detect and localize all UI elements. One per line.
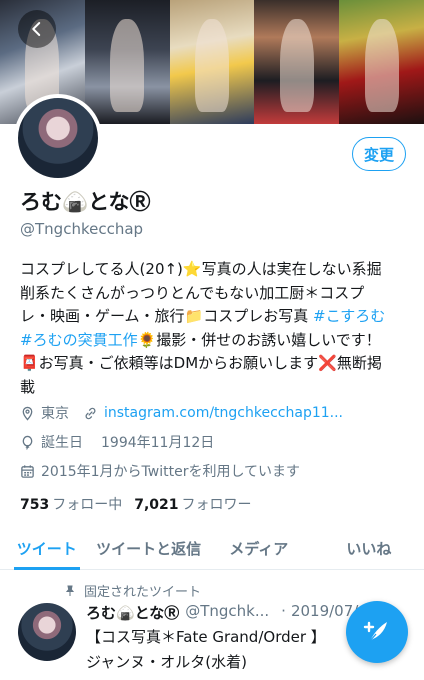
banner-photo [84,0,170,124]
profile-avatar[interactable] [14,94,102,182]
bio-line: レ・映画・ゲーム・旅行📁コスプレお写真 #こすろむ [20,305,410,329]
banner-photo [339,0,424,124]
location-text: 東京 [41,406,69,422]
banner-photo [169,0,255,124]
following-count: 753 [20,497,50,513]
follow-stats: 753 フォロー中 7,021 フォロワー [20,494,252,514]
bio-line: #ろむの突貫工作🌻撮影・併せのお誘い嬉しいです！ [20,329,410,353]
bio-text: 🌻撮影・併せのお誘い嬉しいです！ [137,330,381,349]
pin-icon [65,585,75,596]
tab-tweets-and-replies[interactable]: ツイートと返信 [94,528,204,569]
profile-meta-location: 東京 instagram.com/tngchkecchap11... [20,403,343,423]
tweet-avatar[interactable] [18,603,76,661]
compose-tweet-button[interactable] [346,601,408,663]
user-handle: @Tngchkecchap [20,220,144,238]
following-label: フォロー中 [52,497,123,513]
profile-tabs: ツイート ツイートと返信 メディア いいね [0,528,424,570]
followers-label: フォロワー [181,497,252,513]
hashtag-link[interactable]: #こすろむ [313,307,385,325]
separator-dot: · [281,602,286,620]
pinned-tweet-label: 固定されたツイート [64,581,201,600]
balloon-icon [22,435,33,450]
back-button[interactable] [18,10,56,48]
hashtag-link[interactable]: #ろむの突貫工作 [20,331,138,349]
bio-text: レ・映画・ゲーム・旅行📁コスプレお写真 [20,307,313,325]
joined-date: 2015年1月からTwitterを利用しています [41,464,301,480]
tweet-author-handle: @Tngchk... [185,602,270,620]
link-icon [85,407,96,419]
tweet-author-name[interactable]: ろむ🍙となⓇ [86,602,179,623]
chevron-left-icon [32,22,41,36]
edit-profile-button[interactable]: 変更 [352,137,406,171]
birthday-label: 誕生日 [41,435,83,451]
website-link[interactable]: instagram.com/tngchkecchap11... [104,405,343,421]
bio-line: 削系たくさんがっつりとんでもない加工厨＊コスプ [20,283,365,302]
bio-line: コスプレしてる人(20↑)⭐写真の人は実在しない系掘 [20,260,382,278]
pinned-text: 固定されたツイート [84,585,202,600]
tweet-text-line: 【コス写真＊Fate Grand/Order 】 [86,628,326,646]
following-stat[interactable]: 753 フォロー中 [20,494,122,514]
bio-line: 📮お写真・ご依頼等はDMからお願いします❌無断掲 [20,354,382,372]
profile-bio: コスプレしてる人(20↑)⭐写真の人は実在しない系掘 削系たくさんがっつりとんで… [20,258,410,399]
profile-meta-birthday: 誕生日 1994年11月12日 [20,432,214,452]
calendar-icon [21,464,34,478]
bio-line: 載 [20,377,36,396]
banner-photo [254,0,340,124]
tab-tweets[interactable]: ツイート [0,528,94,570]
birthday-date: 1994年11月12日 [101,435,215,451]
tab-likes[interactable]: いいね [314,528,424,569]
location-pin-icon [22,406,33,421]
followers-stat[interactable]: 7,021 フォロワー [134,494,251,514]
display-name: ろむ🍙となⓇ [20,190,151,214]
profile-meta-joined: 2015年1月からTwitterを利用しています [20,461,300,481]
feather-plus-icon [363,621,387,642]
followers-count: 7,021 [134,497,179,513]
tweet-text-line: ジャンヌ・オルタ(水着) [86,653,247,671]
tab-media[interactable]: メディア [204,528,314,569]
